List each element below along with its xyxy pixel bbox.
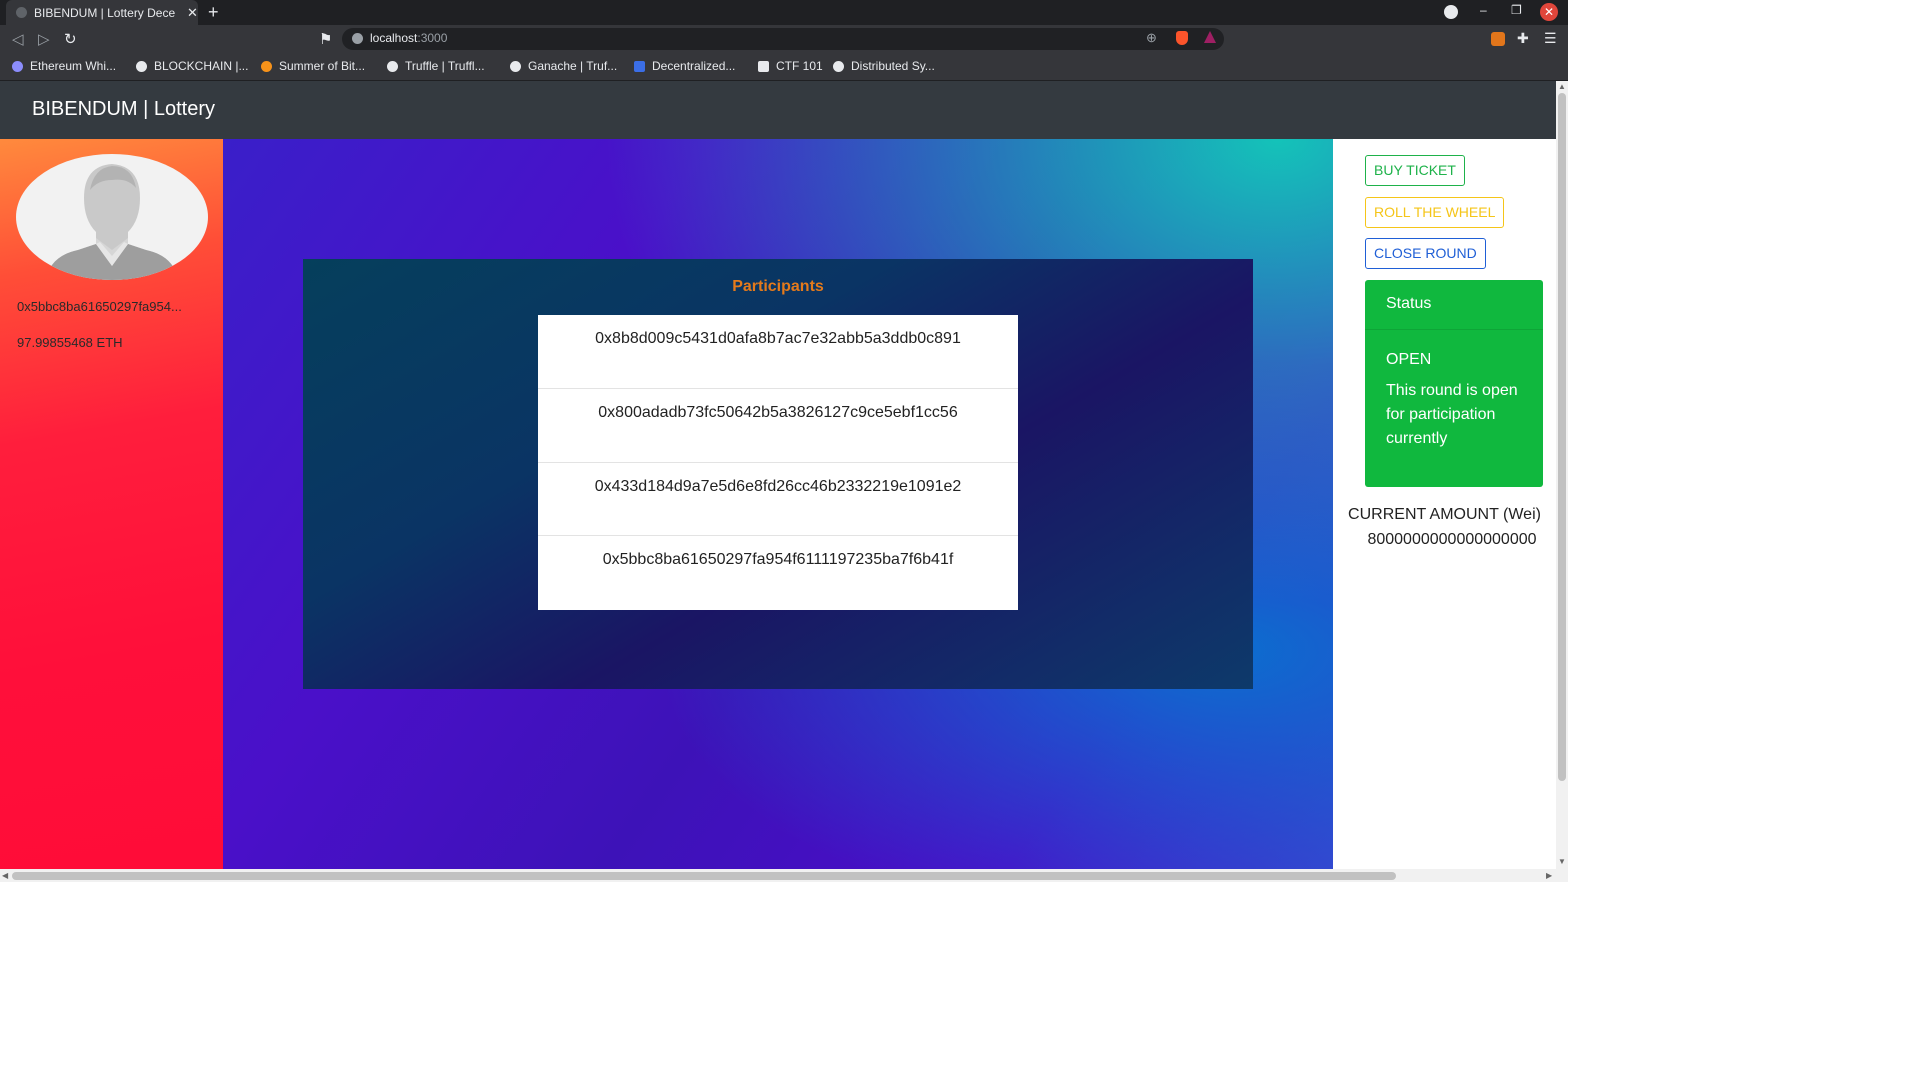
extensions-icon[interactable]: ✚ xyxy=(1517,30,1529,47)
tab-title: BIBENDUM | Lottery Dece xyxy=(34,5,176,20)
account-balance: 97.99855468 ETH xyxy=(17,335,123,350)
bookmarks-bar: Ethereum Whi... BLOCKCHAIN |... Summer o… xyxy=(0,53,1568,81)
bitcoin-icon xyxy=(261,60,272,72)
bookmark-label: Truffle | Truffl... xyxy=(405,59,485,73)
globe-icon xyxy=(136,60,147,72)
browser-toolbar: ◁ ▷ ↻ ⚑ localhost:3000 ⊕ ✚ ☰ xyxy=(0,25,1568,53)
address-bar[interactable]: localhost:3000 ⊕ xyxy=(342,28,1224,50)
bookmark-label: Distributed Sy... xyxy=(851,59,935,73)
bookmark-label: Ethereum Whi... xyxy=(30,59,117,73)
browser-tab-strip: BIBENDUM | Lottery Dece ✕ + – ❐ ✕ xyxy=(0,0,1568,25)
url-port: :3000 xyxy=(417,31,448,45)
participants-card: Participants 0x8b8d009c5431d0afa8b7ac7e3… xyxy=(303,259,1253,689)
list-item: 0x433d184d9a7e5d6e8fd26cc46b2332219e1091… xyxy=(538,463,1018,537)
app-header: BIBENDUM | Lottery xyxy=(0,81,1556,139)
brand-title[interactable]: BIBENDUM | Lottery xyxy=(32,98,215,121)
bookmark-item[interactable]: CTF 101 xyxy=(758,59,823,73)
bookmark-item[interactable]: Truffle | Truffl... xyxy=(387,59,485,73)
tab-close-icon[interactable]: ✕ xyxy=(187,5,198,21)
bookmark-item[interactable]: BLOCKCHAIN |... xyxy=(136,59,248,73)
bookmark-icon[interactable]: ⚑ xyxy=(319,30,332,48)
current-amount-value: 8000000000000000000 xyxy=(1367,531,1537,548)
status-header: Status xyxy=(1365,280,1543,330)
user-silhouette-icon xyxy=(46,164,178,280)
controls-panel: BUY TICKET ROLL THE WHEEL CLOSE ROUND St… xyxy=(1333,139,1556,869)
bookmark-item[interactable]: Summer of Bit... xyxy=(261,59,365,73)
list-item: 0x5bbc8ba61650297fa954f6111197235ba7f6b4… xyxy=(602,551,954,569)
brave-rewards-icon[interactable] xyxy=(1204,31,1216,43)
status-value: OPEN xyxy=(1386,351,1432,368)
minimize-icon[interactable]: – xyxy=(1480,3,1487,17)
metamask-icon[interactable] xyxy=(1491,32,1505,46)
ctf-icon xyxy=(758,60,769,72)
bookmark-label: BLOCKCHAIN |... xyxy=(154,59,249,73)
scroll-right-icon[interactable]: ▶ xyxy=(1546,871,1552,880)
ganache-icon xyxy=(510,60,521,72)
back-icon[interactable]: ◁ xyxy=(12,30,24,48)
bookmark-label: Summer of Bit... xyxy=(279,59,366,73)
truffle-icon xyxy=(387,60,398,72)
account-address: 0x5bbc8ba61650297fa954... xyxy=(17,299,182,314)
main-area: Participants 0x8b8d009c5431d0afa8b7ac7e3… xyxy=(223,139,1333,869)
site-info-icon[interactable] xyxy=(352,33,363,44)
avatar xyxy=(16,154,208,280)
buy-ticket-button[interactable]: BUY TICKET xyxy=(1365,155,1465,186)
reload-icon[interactable]: ↻ xyxy=(64,30,77,48)
tab-favicon-icon xyxy=(16,7,27,18)
globe-icon xyxy=(833,60,844,72)
bookmark-item[interactable]: Distributed Sy... xyxy=(833,59,935,73)
zoom-icon[interactable]: ⊕ xyxy=(1146,30,1157,46)
bookmark-item[interactable]: Ganache | Truf... xyxy=(510,59,617,73)
menu-icon[interactable]: ☰ xyxy=(1544,30,1557,47)
list-item: 0x8b8d009c5431d0afa8b7ac7e32abb5a3ddb0c8… xyxy=(538,315,1018,389)
roll-the-wheel-button[interactable]: ROLL THE WHEEL xyxy=(1365,197,1505,228)
list-item: 0x800adadb73fc50642b5a3826127c9ce5ebf1cc… xyxy=(538,389,1018,463)
horizontal-scrollbar[interactable]: ◀ ▶ xyxy=(0,869,1568,882)
window-close-icon[interactable]: ✕ xyxy=(1540,3,1558,21)
status-card: Status OPEN This round is open for parti… xyxy=(1365,280,1543,487)
account-panel: 0x5bbc8ba61650297fa954... 97.99855468 ET… xyxy=(0,139,223,869)
scroll-up-icon[interactable]: ▲ xyxy=(1558,82,1566,91)
brave-shields-icon[interactable] xyxy=(1176,31,1188,45)
bookmark-label: Ganache | Truf... xyxy=(528,59,618,73)
ethereum-icon xyxy=(12,60,23,72)
vertical-scrollbar[interactable]: ▲ ▼ xyxy=(1556,81,1568,869)
url-text[interactable]: localhost:3000 xyxy=(370,31,447,45)
url-host: localhost xyxy=(370,31,418,45)
vertical-scroll-thumb[interactable] xyxy=(1558,93,1566,781)
scroll-down-icon[interactable]: ▼ xyxy=(1558,857,1566,866)
dt-icon xyxy=(634,60,645,72)
participants-list: 0x8b8d009c5431d0afa8b7ac7e32abb5a3ddb0c8… xyxy=(538,315,1018,610)
bookmark-item[interactable]: Decentralized... xyxy=(634,59,735,73)
restore-icon[interactable]: ❐ xyxy=(1511,3,1522,17)
browser-tab[interactable]: BIBENDUM | Lottery Dece ✕ xyxy=(6,0,198,25)
bookmark-item[interactable]: Ethereum Whi... xyxy=(12,59,116,73)
page-viewport: BIBENDUM | Lottery 0x5bbc8ba61650297fa95… xyxy=(0,81,1556,869)
new-tab-icon[interactable]: + xyxy=(208,2,219,23)
bookmark-label: CTF 101 xyxy=(776,59,823,73)
scroll-left-icon[interactable]: ◀ xyxy=(2,871,8,880)
horizontal-scroll-thumb[interactable] xyxy=(12,872,1396,880)
current-amount-label: CURRENT AMOUNT (Wei) xyxy=(1348,506,1541,523)
close-round-button[interactable]: CLOSE ROUND xyxy=(1365,238,1486,269)
forward-icon[interactable]: ▷ xyxy=(38,30,50,48)
tab-search-icon[interactable] xyxy=(1444,5,1458,19)
status-description: This round is open for participation cur… xyxy=(1386,382,1518,447)
status-heading: Status xyxy=(1386,295,1432,312)
bookmark-label: Decentralized... xyxy=(652,59,736,73)
participants-title: Participants xyxy=(732,278,824,295)
